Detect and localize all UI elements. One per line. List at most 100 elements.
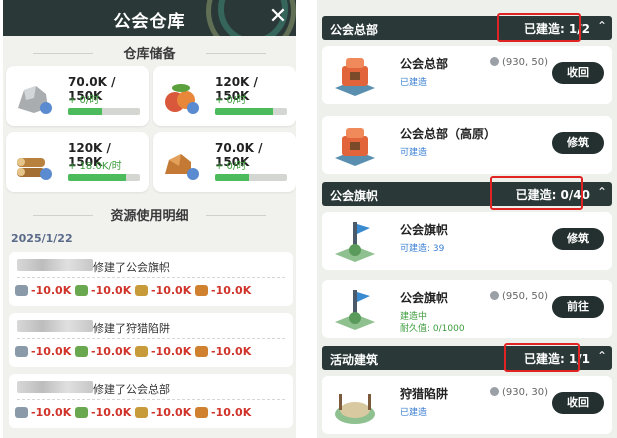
cost-wood: -10.0K [135, 345, 195, 358]
wood-icon [135, 407, 148, 418]
build-button[interactable]: 修筑 [552, 228, 604, 250]
building-status: 可建造 [400, 148, 428, 158]
panel-header: 公会仓库 ✕ [3, 0, 296, 36]
list-item: 修建了公会总部 -10.0K -10.0K -10.0K -10.0K [9, 374, 293, 428]
fruit-icon [165, 84, 199, 114]
building-durability: 耐久值: 0/1000 [400, 324, 465, 334]
guild-hq-icon [335, 58, 375, 96]
building-coordinates: (930, 30) [490, 387, 548, 398]
location-pin-icon [490, 291, 499, 300]
close-icon[interactable]: ✕ [266, 5, 290, 29]
guild-banner-icon [335, 290, 375, 330]
panel-title: 公会仓库 [113, 12, 186, 32]
resource-progress-bar [68, 108, 140, 115]
cost-fruit: -10.0K [75, 406, 135, 419]
log-date: 2025/1/22 [11, 232, 73, 245]
building-name: 公会总部 [400, 57, 449, 71]
stone-icon [15, 346, 28, 357]
building-card: 狩猎陷阱 (930, 30) 已建造 收回 [322, 376, 612, 434]
resource-progress-bar [68, 174, 140, 181]
log-message: 修建了公会总部 [93, 383, 170, 396]
guild-hq-plateau-icon [335, 128, 375, 166]
wood-icon [17, 158, 52, 180]
building-status: 已建造 [400, 78, 428, 88]
highlight-box [490, 176, 583, 210]
resource-card-wood: 120K / 150K + 18.0K/时 [6, 132, 149, 192]
building-name: 狩猎陷阱 [400, 387, 449, 401]
cost-wood: -10.0K [135, 406, 195, 419]
resource-card-stone: 70.0K / 150K + 0/时 [6, 66, 149, 126]
building-name: 公会旗帜 [400, 291, 449, 305]
wood-icon [135, 285, 148, 296]
building-status: 可建造: 39 [400, 244, 445, 254]
cost-ore: -10.0K [195, 406, 255, 419]
ore-icon [195, 407, 208, 418]
highlight-box [504, 343, 580, 372]
cost-fruit: -10.0K [75, 345, 135, 358]
guild-banner-icon [335, 222, 375, 262]
category-name: 活动建筑 [330, 353, 379, 367]
resource-rate: + 0/时 [215, 95, 247, 106]
guild-buildings-panel: 公会总部 已建造: 1/2 ⌃ 公会总部 (930, 50) 已建造 收回 公会… [317, 0, 617, 438]
stone-icon [15, 285, 28, 296]
chevron-up-icon[interactable]: ⌃ [597, 185, 607, 199]
highlight-box [497, 13, 581, 42]
category-name: 公会旗帜 [330, 189, 379, 203]
hunting-trap-icon [335, 394, 375, 424]
cost-ore: -10.0K [195, 345, 255, 358]
cost-stone: -10.0K [15, 406, 75, 419]
log-message: 修建了狩猎陷阱 [93, 322, 170, 335]
chevron-up-icon[interactable]: ⌃ [597, 349, 607, 363]
building-card: 公会总部 (930, 50) 已建造 收回 [322, 46, 612, 104]
resource-progress-bar [215, 174, 287, 181]
cost-stone: -10.0K [15, 284, 75, 297]
build-button[interactable]: 修筑 [552, 132, 604, 154]
ore-icon [195, 285, 208, 296]
wood-icon [135, 346, 148, 357]
cost-fruit: -10.0K [75, 284, 135, 297]
stone-icon [15, 407, 28, 418]
log-costs: -10.0K -10.0K -10.0K -10.0K [15, 345, 255, 358]
usage-section-title: 资源使用明细 [3, 205, 296, 224]
stone-icon [18, 86, 52, 114]
fruit-icon [75, 346, 88, 357]
redacted-player-name [17, 381, 93, 393]
fruit-icon [75, 285, 88, 296]
redacted-player-name [17, 320, 93, 332]
category-name: 公会总部 [330, 23, 379, 37]
log-costs: -10.0K -10.0K -10.0K -10.0K [15, 284, 255, 297]
goto-button[interactable]: 前往 [552, 296, 604, 318]
location-pin-icon [490, 57, 499, 66]
list-item: 修建了狩猎陷阱 -10.0K -10.0K -10.0K -10.0K [9, 313, 293, 367]
cost-ore: -10.0K [195, 284, 255, 297]
location-pin-icon [490, 387, 499, 396]
resource-rate: + 0/时 [68, 95, 100, 106]
redacted-player-name [17, 259, 93, 271]
building-coordinates: (930, 50) [490, 57, 548, 68]
resource-rate: + 18.0K/时 [68, 161, 122, 172]
recall-button[interactable]: 收回 [552, 62, 604, 84]
building-coordinates: (950, 50) [490, 291, 548, 302]
fruit-icon [75, 407, 88, 418]
cost-wood: -10.0K [135, 284, 195, 297]
resource-progress-bar [215, 108, 287, 115]
cost-stone: -10.0K [15, 345, 75, 358]
recall-button[interactable]: 收回 [552, 392, 604, 414]
log-costs: -10.0K -10.0K -10.0K -10.0K [15, 406, 255, 419]
building-name: 公会总部（高原） [400, 127, 497, 141]
storage-section-title: 仓库储备 [3, 43, 296, 62]
list-item: 修建了公会旗帜 -10.0K -10.0K -10.0K -10.0K [9, 252, 293, 306]
building-card: 公会旗帜 (950, 50) 建造中 耐久值: 0/1000 前往 [322, 280, 612, 338]
building-card: 公会总部（高原） 可建造 修筑 [322, 116, 612, 174]
guild-warehouse-panel: 公会仓库 ✕ 仓库储备 70.0K / 150K + 0/时 120K / 15… [3, 0, 296, 438]
ore-icon [165, 154, 199, 180]
resource-card-fruit: 120K / 150K + 0/时 [153, 66, 296, 126]
building-name: 公会旗帜 [400, 223, 449, 237]
log-message: 修建了公会旗帜 [93, 261, 170, 274]
resource-rate: + 0/时 [215, 161, 247, 172]
resource-card-ore: 70.0K / 150K + 0/时 [153, 132, 296, 192]
building-status: 已建造 [400, 408, 428, 418]
ore-icon [195, 346, 208, 357]
chevron-up-icon[interactable]: ⌃ [597, 19, 607, 33]
building-card: 公会旗帜 可建造: 39 修筑 [322, 212, 612, 270]
